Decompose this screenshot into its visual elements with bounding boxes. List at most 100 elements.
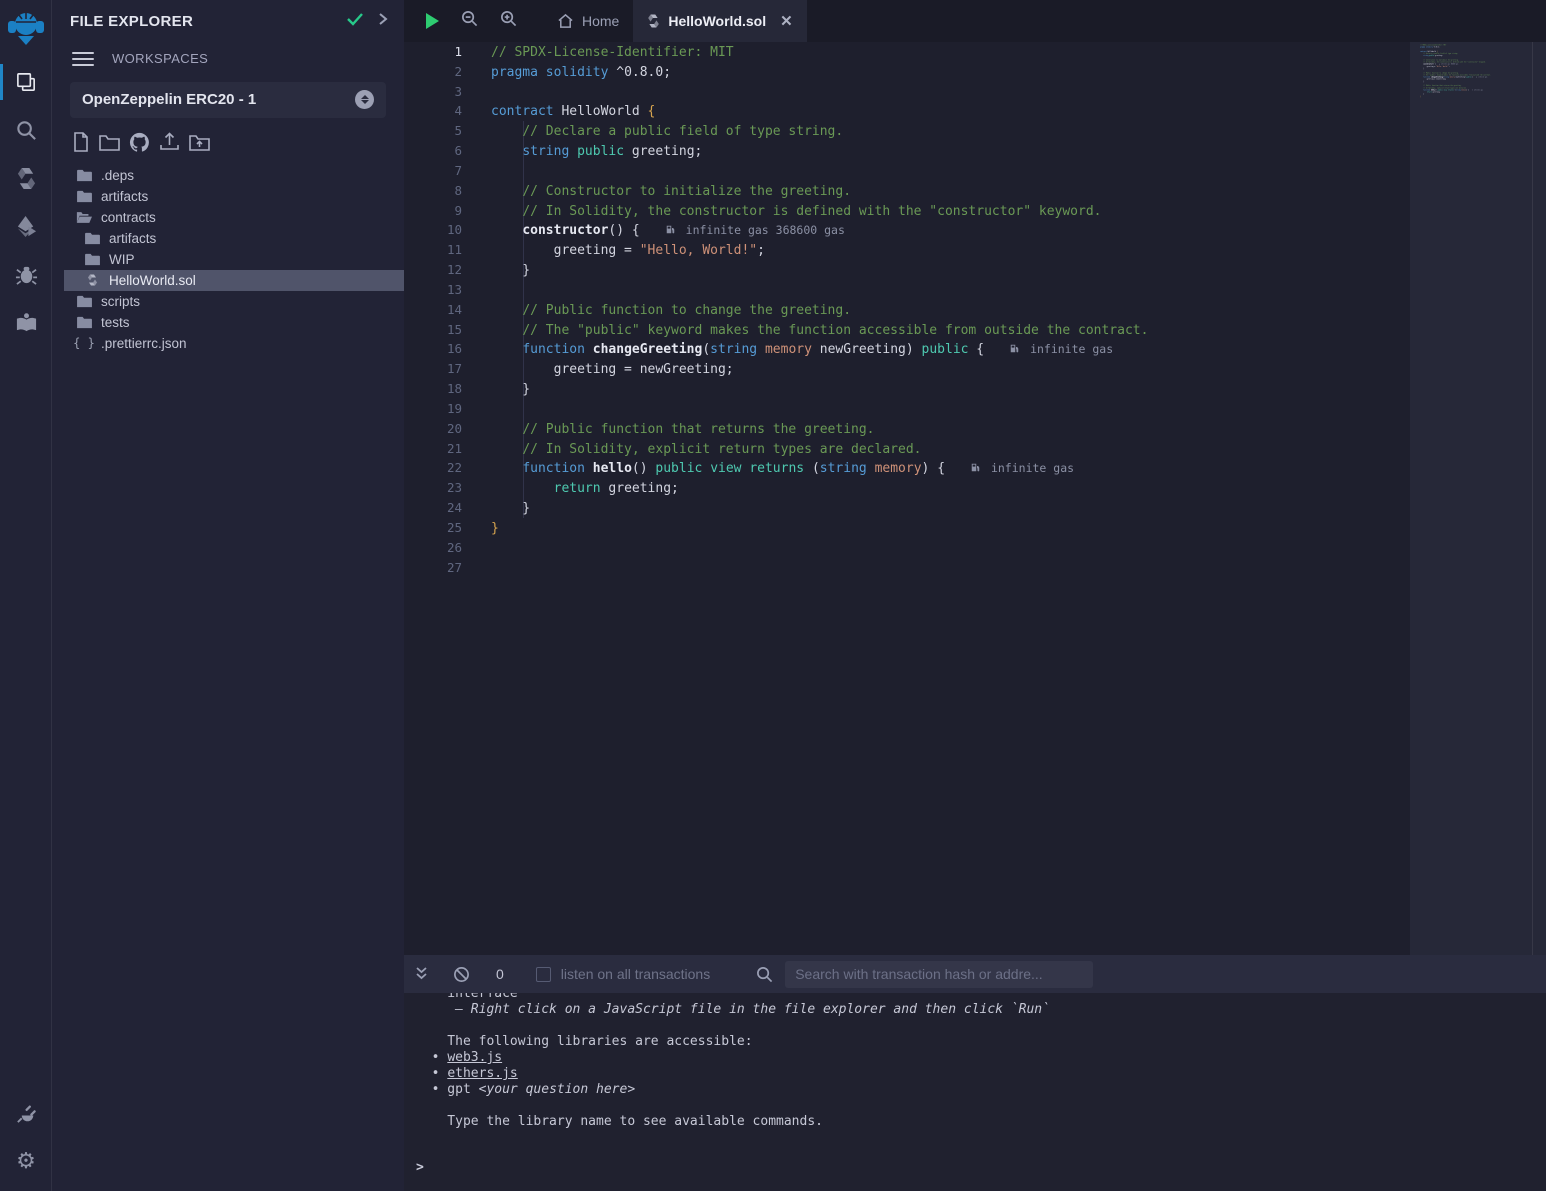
sidebar-item-plugin-manager[interactable]	[0, 1089, 52, 1137]
terminal-expand-icon[interactable]	[414, 966, 429, 982]
new-folder-icon[interactable]	[99, 133, 120, 151]
close-tab-icon[interactable]: ✕	[780, 12, 793, 30]
terminal-link[interactable]: web3.js	[447, 1050, 502, 1065]
github-icon[interactable]	[129, 132, 150, 153]
gas-estimate-hint: infinite gas	[971, 461, 1074, 475]
workspace-select[interactable]: OpenZeppelin ERC20 - 1	[70, 82, 386, 118]
code-line-10[interactable]: 10 constructor() { infinite gas 368600 g…	[404, 220, 1410, 240]
sidebar-item-settings[interactable]: ⚙	[0, 1137, 52, 1185]
line-number: 25	[404, 518, 462, 538]
transaction-count-badge: 0	[496, 966, 504, 982]
home-icon	[557, 13, 574, 29]
upload-folder-icon[interactable]	[189, 133, 210, 151]
tree-item-label: tests	[101, 315, 130, 330]
terminal-line: • ethers.js	[416, 1066, 1546, 1082]
line-number: 24	[404, 498, 462, 518]
code-line-13[interactable]: 13	[404, 280, 1410, 300]
code-line-15[interactable]: 15 // The "public" keyword makes the fun…	[404, 320, 1410, 340]
clear-console-icon[interactable]	[453, 966, 470, 983]
code-line-2[interactable]: 2pragma solidity ^0.8.0;	[404, 62, 1410, 82]
gas-estimate-hint: infinite gas	[1010, 342, 1113, 356]
tree-item-wip[interactable]: WIP	[52, 249, 404, 270]
tree-item-artifacts[interactable]: artifacts	[52, 186, 404, 207]
code-line-9[interactable]: 9 // In Solidity, the constructor is def…	[404, 201, 1410, 221]
code-line-16[interactable]: 16 function changeGreeting(string memory…	[404, 339, 1410, 359]
ethereum-deploy-icon	[15, 215, 38, 238]
minimap[interactable]: // SPDX-License-Identifier: MITpragma so…	[1410, 42, 1546, 955]
code-line-4[interactable]: 4contract HelloWorld {	[404, 101, 1410, 121]
code-line-7[interactable]: 7	[404, 161, 1410, 181]
gas-pump-icon	[1472, 89, 1473, 90]
code-line-8[interactable]: 8 // Constructor to initialize the greet…	[404, 181, 1410, 201]
code-line-19[interactable]: 19	[404, 399, 1410, 419]
workspace-ok-icon[interactable]	[346, 12, 364, 31]
tree-item-helloworld-sol[interactable]: HelloWorld.sol	[64, 270, 404, 291]
code-line-21[interactable]: 21 // In Solidity, explicit return types…	[404, 439, 1410, 459]
tab-helloworld-sol[interactable]: HelloWorld.sol ✕	[633, 0, 806, 42]
zoom-in-icon[interactable]	[500, 10, 517, 32]
sidebar-item-learn[interactable]	[0, 298, 52, 346]
code-line-17[interactable]: 17 greeting = newGreeting;	[404, 359, 1410, 379]
remix-logo-icon[interactable]	[0, 0, 52, 58]
code-line-18[interactable]: 18 }	[404, 379, 1410, 399]
tree-item--prettierrc-json[interactable]: { }.prettierrc.json	[52, 333, 404, 354]
code-line-11[interactable]: 11 greeting = "Hello, World!";	[404, 240, 1410, 260]
line-number: 19	[404, 399, 462, 419]
panel-expand-icon[interactable]	[378, 12, 388, 31]
listen-transactions-checkbox[interactable]	[536, 967, 551, 982]
panel-title: FILE EXPLORER	[70, 13, 332, 30]
folder-icon	[77, 295, 92, 308]
code-area[interactable]: 1// SPDX-License-Identifier: MIT2pragma …	[404, 42, 1410, 955]
tree-item-scripts[interactable]: scripts	[52, 291, 404, 312]
sidebar-item-file-explorer[interactable]	[0, 58, 52, 106]
terminal-search-input[interactable]	[785, 961, 1093, 988]
tree-item-contracts[interactable]: contracts	[52, 207, 404, 228]
solidity-compiler-icon	[16, 167, 37, 190]
code-line-3[interactable]: 3	[404, 82, 1410, 102]
zoom-out-icon[interactable]	[461, 10, 478, 32]
activity-bar: ⚙	[0, 0, 52, 1191]
code-line-6[interactable]: 6 string public greeting;	[404, 141, 1410, 161]
code-line-27[interactable]	[1420, 100, 1528, 102]
line-number: 2	[404, 62, 462, 82]
line-number: 17	[404, 359, 462, 379]
sidebar-item-deploy-run[interactable]	[0, 202, 52, 250]
code-line-20[interactable]: 20 // Public function that returns the g…	[404, 419, 1410, 439]
code-line-26[interactable]: 26	[404, 538, 1410, 558]
run-script-button[interactable]	[426, 13, 439, 29]
solidity-file-icon	[647, 13, 660, 29]
folder-icon	[77, 190, 92, 203]
line-number: 3	[404, 82, 462, 102]
code-line-25[interactable]: 25}	[404, 518, 1410, 538]
code-line-5[interactable]: 5 // Declare a public field of type stri…	[404, 121, 1410, 141]
line-number: 10	[404, 220, 462, 240]
code-line-12[interactable]: 12 }	[404, 260, 1410, 280]
sidebar-item-search[interactable]	[0, 106, 52, 154]
book-icon	[15, 311, 38, 334]
sidebar-item-debugger[interactable]	[0, 250, 52, 298]
terminal-prompt[interactable]: >	[416, 1160, 1546, 1175]
line-number: 1	[404, 42, 462, 62]
workspaces-menu-icon[interactable]	[72, 48, 94, 70]
code-line-22[interactable]: 22 function hello() public view returns …	[404, 458, 1410, 478]
code-line-27[interactable]: 27	[404, 558, 1410, 578]
sidebar-item-solidity-compiler[interactable]	[0, 154, 52, 202]
file-tree: .depsartifactscontractsartifactsWIPHello…	[52, 165, 404, 354]
tree-item--deps[interactable]: .deps	[52, 165, 404, 186]
new-file-icon[interactable]	[72, 132, 90, 152]
terminal-link[interactable]: ethers.js	[447, 1066, 517, 1081]
terminal-line: The following libraries are accessible:	[416, 1034, 1546, 1050]
terminal-line: Type the library name to see available c…	[416, 1114, 1546, 1130]
tree-item-artifacts[interactable]: artifacts	[52, 228, 404, 249]
code-line-24[interactable]: 24 }	[404, 498, 1410, 518]
terminal-line: • web3.js	[416, 1050, 1546, 1066]
code-line-23[interactable]: 23 return greeting;	[404, 478, 1410, 498]
tab-home[interactable]: Home	[543, 0, 633, 42]
tree-item-tests[interactable]: tests	[52, 312, 404, 333]
folder-icon	[77, 316, 92, 329]
code-line-14[interactable]: 14 // Public function to change the gree…	[404, 300, 1410, 320]
terminal-output[interactable]: interface – Right click on a JavaScript …	[404, 993, 1546, 1191]
terminal-line	[416, 1018, 1546, 1034]
upload-file-icon[interactable]	[159, 132, 180, 152]
code-line-1[interactable]: 1// SPDX-License-Identifier: MIT	[404, 42, 1410, 62]
